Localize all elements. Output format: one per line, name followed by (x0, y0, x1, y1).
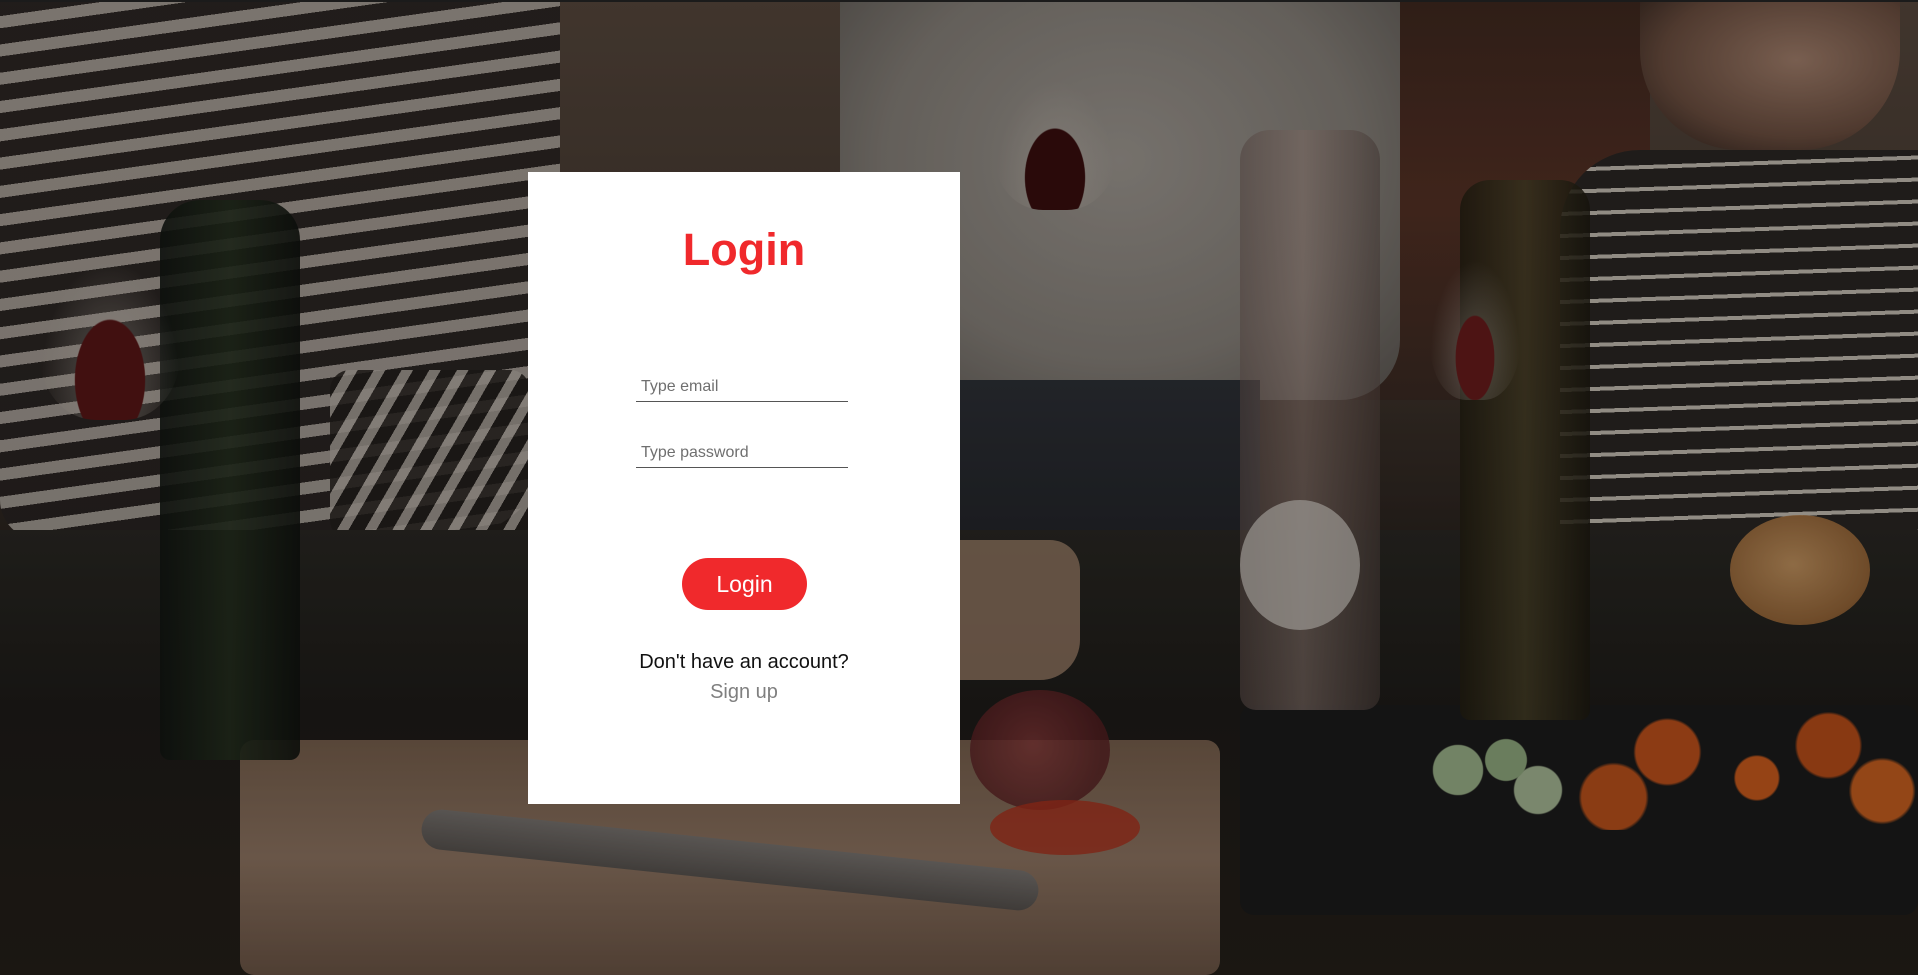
password-field[interactable] (636, 438, 848, 468)
login-button[interactable]: Login (682, 558, 807, 610)
login-card: Login Login Don't have an account? Sign … (528, 172, 960, 804)
email-field[interactable] (636, 372, 848, 402)
login-page: Login Login Don't have an account? Sign … (0, 0, 1918, 975)
top-border (0, 0, 1918, 2)
login-title: Login (682, 224, 806, 275)
signup-link[interactable]: Sign up (528, 681, 960, 704)
no-account-text: Don't have an account? (639, 651, 849, 673)
